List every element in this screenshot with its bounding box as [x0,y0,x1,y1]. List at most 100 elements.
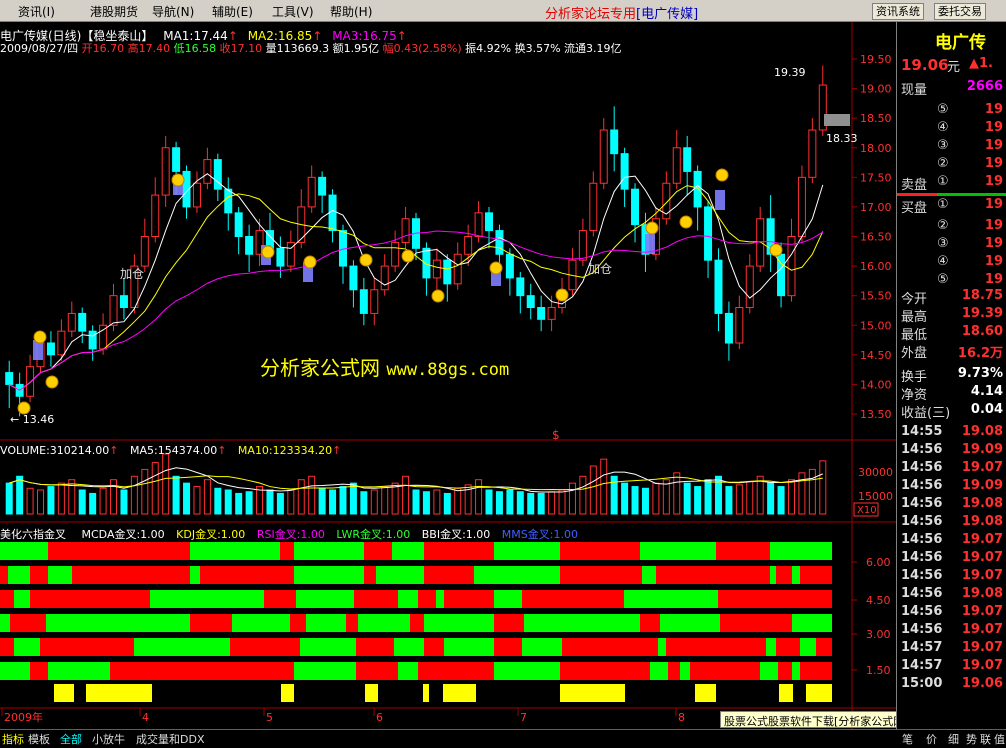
indicator-bar-segment [760,662,778,680]
s-marker: $ [552,428,560,442]
tab-price[interactable]: 价 [926,731,937,747]
indicator-bar-segment [200,566,294,584]
volume-bar [600,458,608,515]
tab-xiaofangniu[interactable]: 小放牛 [92,731,125,747]
volume-bar [746,480,754,515]
volume-header: VOLUME:310214.00↑ MA5:154374.00↑ MA10:12… [0,444,341,457]
tab-volume-ddx[interactable]: 成交量和DDX [136,731,204,747]
buy-level-2: ② 19 [899,218,1005,236]
indicator-bar-segment [800,638,816,656]
sell-level-3: ③ 19 [899,138,1005,156]
smiley-icon [171,173,185,187]
volume-bar [725,486,733,515]
price-tick-label: 19.50 [860,53,892,66]
stat2-1-value: 4.14 [970,384,1003,399]
indicator-bar-segment [560,566,642,584]
tab-detail[interactable]: 细 [948,731,959,747]
indicator-tick-label: 6.00 [866,556,891,569]
candle-body [464,236,473,255]
tab-ticks[interactable]: 笔 [902,731,913,747]
indicator-bar-segment [46,614,190,632]
candle-body [67,312,76,332]
indicator-bar-segment [640,614,660,632]
indicator-bar-segment [30,590,150,608]
sell-level-2: ② 19 [899,156,1005,174]
candle-body [109,295,118,326]
indicator-bar-segment [666,638,766,656]
date-value: 2009/08/27/四 [0,42,79,55]
sell1-label: 卖盘 [901,178,928,193]
menu-bar: 资讯(I) 港股期货 导航(N) 辅助(E) 工具(V) 帮助(H) 分析家论坛… [0,0,1006,22]
volume-bar [214,487,222,515]
smiley-icon [45,375,59,389]
candle-body [401,218,410,243]
volume-bar [506,489,514,515]
indicator-bar-segment [770,542,832,560]
volume-bar [412,489,420,515]
tab-all[interactable]: 全部 [60,731,82,747]
indicator-bar-segment [806,684,832,702]
volume-bar [433,489,441,515]
candle-body [516,277,525,297]
trade-button[interactable]: 委托交易 [934,3,986,20]
tick-row: 15:00 19.06 [899,676,1005,694]
volume-bar [151,462,159,515]
candle-body [443,259,452,285]
indicator-bar-segment [690,662,760,680]
volume-bar [516,491,524,515]
current-volume: 2666 [966,79,1003,94]
tab-indicator[interactable]: 指标 [2,731,24,747]
candle-body [380,265,389,291]
tick-row: 14:56 19.08 [899,514,1005,532]
tick-price: 19.07 [961,568,1003,583]
indicator-bar-segment [30,566,48,584]
stat2-2: 收益(三) 0.04 [899,402,1005,421]
tick-row: 14:56 19.07 [899,550,1005,568]
menu-navigate[interactable]: 导航(N) [152,3,194,20]
tick-time: 14:56 [901,442,943,457]
indicator-bar-segment [306,614,346,632]
info-system-button[interactable]: 资讯系统 [872,3,924,20]
menu-hk-futures[interactable]: 港股期货 [90,3,138,20]
high-value: 高17.40 [127,42,171,55]
buy-level-2-level: ② [937,218,949,233]
tick-time: 14:57 [901,640,943,655]
volume-bar [673,472,681,515]
indicator-bar-segment [281,684,294,702]
volume-bar [422,491,430,515]
tab-trend[interactable]: 势 [966,731,977,747]
indicator-bar-segment [778,662,792,680]
tick-time: 14:55 [901,424,943,439]
indicator-bar-segment [294,662,356,680]
time-tick-label: 5 [266,711,273,724]
lwr-cross: LWR金叉:1.00 [336,528,411,541]
indicator-bar-segment [264,590,296,608]
candle-body [714,259,723,314]
stat-0-label: 今开 [901,292,928,307]
time-tick-label: 4 [142,711,149,724]
price-tick-label: 16.50 [860,231,892,244]
current-price-box [824,114,850,126]
volume-bar [641,487,649,515]
candle-body [537,307,546,320]
sell-level-5: ⑤ 19 [899,102,1005,120]
buy-level-4-level: ④ [937,254,949,269]
indicator-bar-segment [10,614,46,632]
menu-help[interactable]: 帮助(H) [330,3,372,20]
indicator-bar-segment [14,638,40,656]
tab-link[interactable]: 联 [980,731,991,747]
candle-body [453,253,462,285]
indicator-bar-segment [398,590,418,608]
volume-bar [162,453,170,515]
smiley-icon [33,330,47,344]
menu-assist[interactable]: 辅助(E) [212,3,253,20]
volume-bar [256,486,264,515]
candle-body [26,366,35,397]
tab-template[interactable]: 模板 [28,731,50,747]
volume-bar [37,489,45,515]
stat-2-label: 最低 [901,328,928,343]
menu-info[interactable]: 资讯(I) [18,3,55,20]
tab-value[interactable]: 值 [994,731,1005,747]
menu-tools[interactable]: 工具(V) [272,3,314,20]
indicator-bar-segment [776,566,792,584]
